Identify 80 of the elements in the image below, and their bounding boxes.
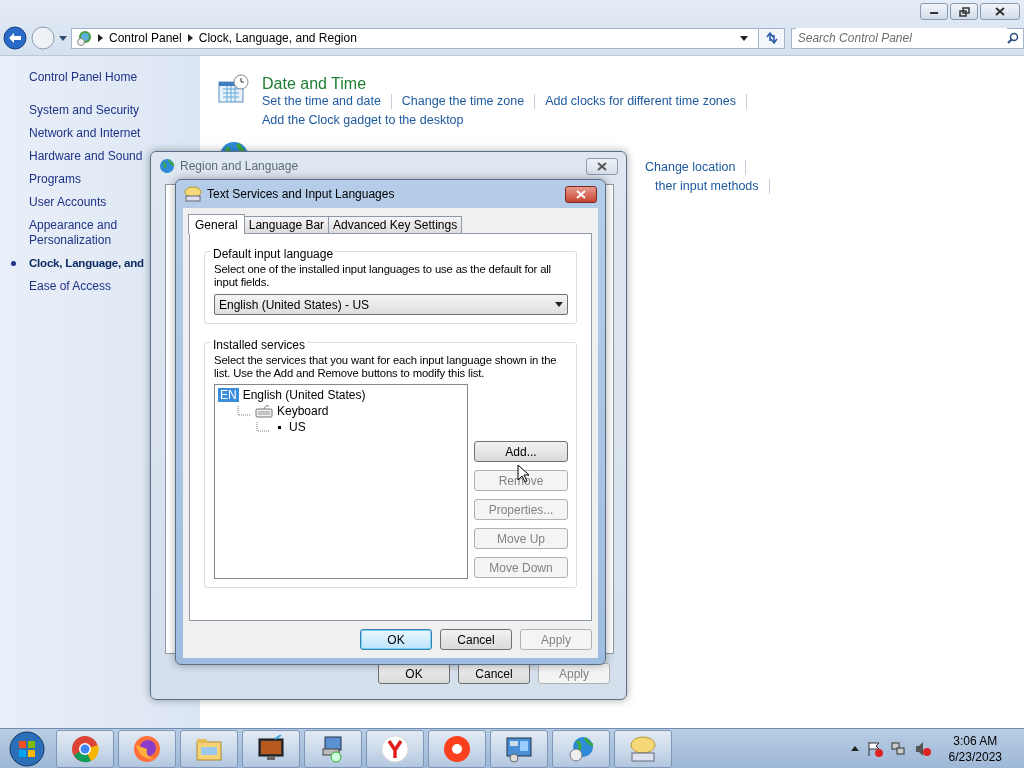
bullet-icon bbox=[278, 425, 281, 429]
refresh-button[interactable] bbox=[759, 27, 785, 49]
up-arrow-icon bbox=[850, 746, 859, 751]
minimize-button[interactable] bbox=[920, 3, 948, 20]
forward-circle-icon bbox=[31, 26, 55, 50]
start-orb-icon bbox=[9, 730, 45, 767]
window-title: Region and Language bbox=[180, 158, 299, 175]
sidebar-link[interactable]: Network and Internet bbox=[29, 126, 200, 141]
dialog-button[interactable]: OK bbox=[360, 629, 432, 650]
clock[interactable]: 3:06 AM 6/23/2023 bbox=[948, 732, 1002, 765]
tree-connector-icon bbox=[256, 422, 270, 432]
close-icon bbox=[576, 189, 586, 199]
group-label: Installed services bbox=[211, 338, 308, 352]
bullet-icon bbox=[11, 261, 16, 266]
language-dropdown[interactable]: English (United States) - US bbox=[214, 294, 568, 315]
keyboard-icon bbox=[255, 404, 273, 418]
window-title: Text Services and Input Languages bbox=[207, 186, 395, 203]
category-title[interactable]: Date and Time bbox=[262, 74, 762, 94]
dropdown-caret-icon bbox=[555, 302, 563, 307]
browser-icon bbox=[443, 734, 471, 763]
tree-connector-icon bbox=[237, 406, 251, 416]
close-icon bbox=[995, 7, 1005, 16]
dialog-button[interactable]: Add... bbox=[474, 441, 568, 462]
keyboard-balloon-icon bbox=[629, 734, 657, 763]
search-field[interactable]: Search Control Panel bbox=[790, 27, 1024, 49]
dialog-button[interactable]: Cancel bbox=[458, 663, 530, 684]
network-icon[interactable] bbox=[890, 740, 907, 757]
address-bar[interactable]: Control Panel Clock, Language, and Region bbox=[71, 27, 760, 49]
chevron-icon bbox=[187, 34, 193, 42]
restore-icon bbox=[958, 6, 970, 17]
clock-date: 6/23/2023 bbox=[948, 748, 1002, 765]
breadcrumb[interactable]: Control Panel bbox=[109, 29, 182, 47]
taskbar-button[interactable] bbox=[242, 729, 300, 768]
tab[interactable]: Language Bar bbox=[243, 216, 330, 233]
flag-alert-icon[interactable] bbox=[866, 740, 883, 757]
globe-icon bbox=[159, 158, 175, 174]
description-text: Select one of the installed input languages to use as the default for all input fields. bbox=[214, 263, 552, 289]
globe-clock-icon bbox=[567, 734, 595, 763]
tree-view[interactable]: EN English (United States) Keyboard US bbox=[214, 384, 468, 579]
sidebar-link[interactable]: Control Panel Home bbox=[29, 70, 200, 85]
keyboard-balloon-icon bbox=[184, 186, 202, 202]
close-button[interactable] bbox=[586, 157, 618, 175]
volume-muted-icon[interactable] bbox=[914, 740, 931, 757]
language-badge: EN bbox=[218, 388, 239, 402]
restore-button[interactable] bbox=[950, 3, 978, 20]
tab[interactable]: Advanced Key Settings bbox=[328, 216, 463, 233]
browser-icon bbox=[133, 734, 161, 763]
close-button[interactable] bbox=[565, 185, 597, 203]
tree-item[interactable]: Keyboard bbox=[277, 402, 329, 420]
back-button[interactable] bbox=[3, 26, 27, 50]
description-text: Select the services that you want for each input language shown in the list. Use the Add and Remove buttons to modify this list. bbox=[214, 354, 558, 380]
dialog-button[interactable]: Cancel bbox=[440, 629, 512, 650]
tree-item[interactable]: US bbox=[289, 418, 306, 436]
task-link[interactable]: Set the time and date bbox=[262, 94, 392, 109]
tree-item[interactable]: English (United States) bbox=[242, 386, 366, 404]
dropdown-value: English (United States) - US bbox=[219, 296, 370, 314]
close-button[interactable] bbox=[980, 3, 1020, 20]
sidebar-link[interactable]: Clock, Language, and bbox=[29, 256, 200, 271]
caret-icon[interactable] bbox=[59, 35, 67, 41]
monitor-icon bbox=[257, 734, 285, 763]
browser-icon bbox=[71, 734, 99, 763]
breadcrumb[interactable]: Clock, Language, and Region bbox=[198, 29, 357, 47]
task-link[interactable]: Add clocks for different time zones bbox=[535, 94, 747, 109]
chevron-icon bbox=[98, 34, 103, 42]
browser-icon bbox=[381, 734, 409, 763]
task-link[interactable]: Change the time zone bbox=[391, 94, 536, 109]
close-icon bbox=[597, 161, 607, 171]
search-icon[interactable] bbox=[1007, 32, 1019, 44]
calendar-clock-icon bbox=[218, 74, 250, 106]
refresh-icon bbox=[764, 31, 779, 45]
tab[interactable]: General bbox=[188, 214, 245, 234]
sidebar-link[interactable]: System and Security bbox=[29, 103, 200, 118]
dialog-button[interactable]: OK bbox=[378, 663, 450, 684]
show-hidden-icons-button[interactable] bbox=[850, 746, 859, 751]
clock-time: 3:06 AM bbox=[952, 732, 999, 749]
task-link[interactable]: ther input methods bbox=[645, 179, 770, 194]
task-link[interactable]: Add the Clock gadget to the desktop bbox=[262, 113, 474, 128]
task-link[interactable]: Change location bbox=[645, 160, 747, 175]
group-label: Default input language bbox=[211, 247, 336, 261]
dropdown-caret-icon[interactable] bbox=[740, 35, 749, 41]
